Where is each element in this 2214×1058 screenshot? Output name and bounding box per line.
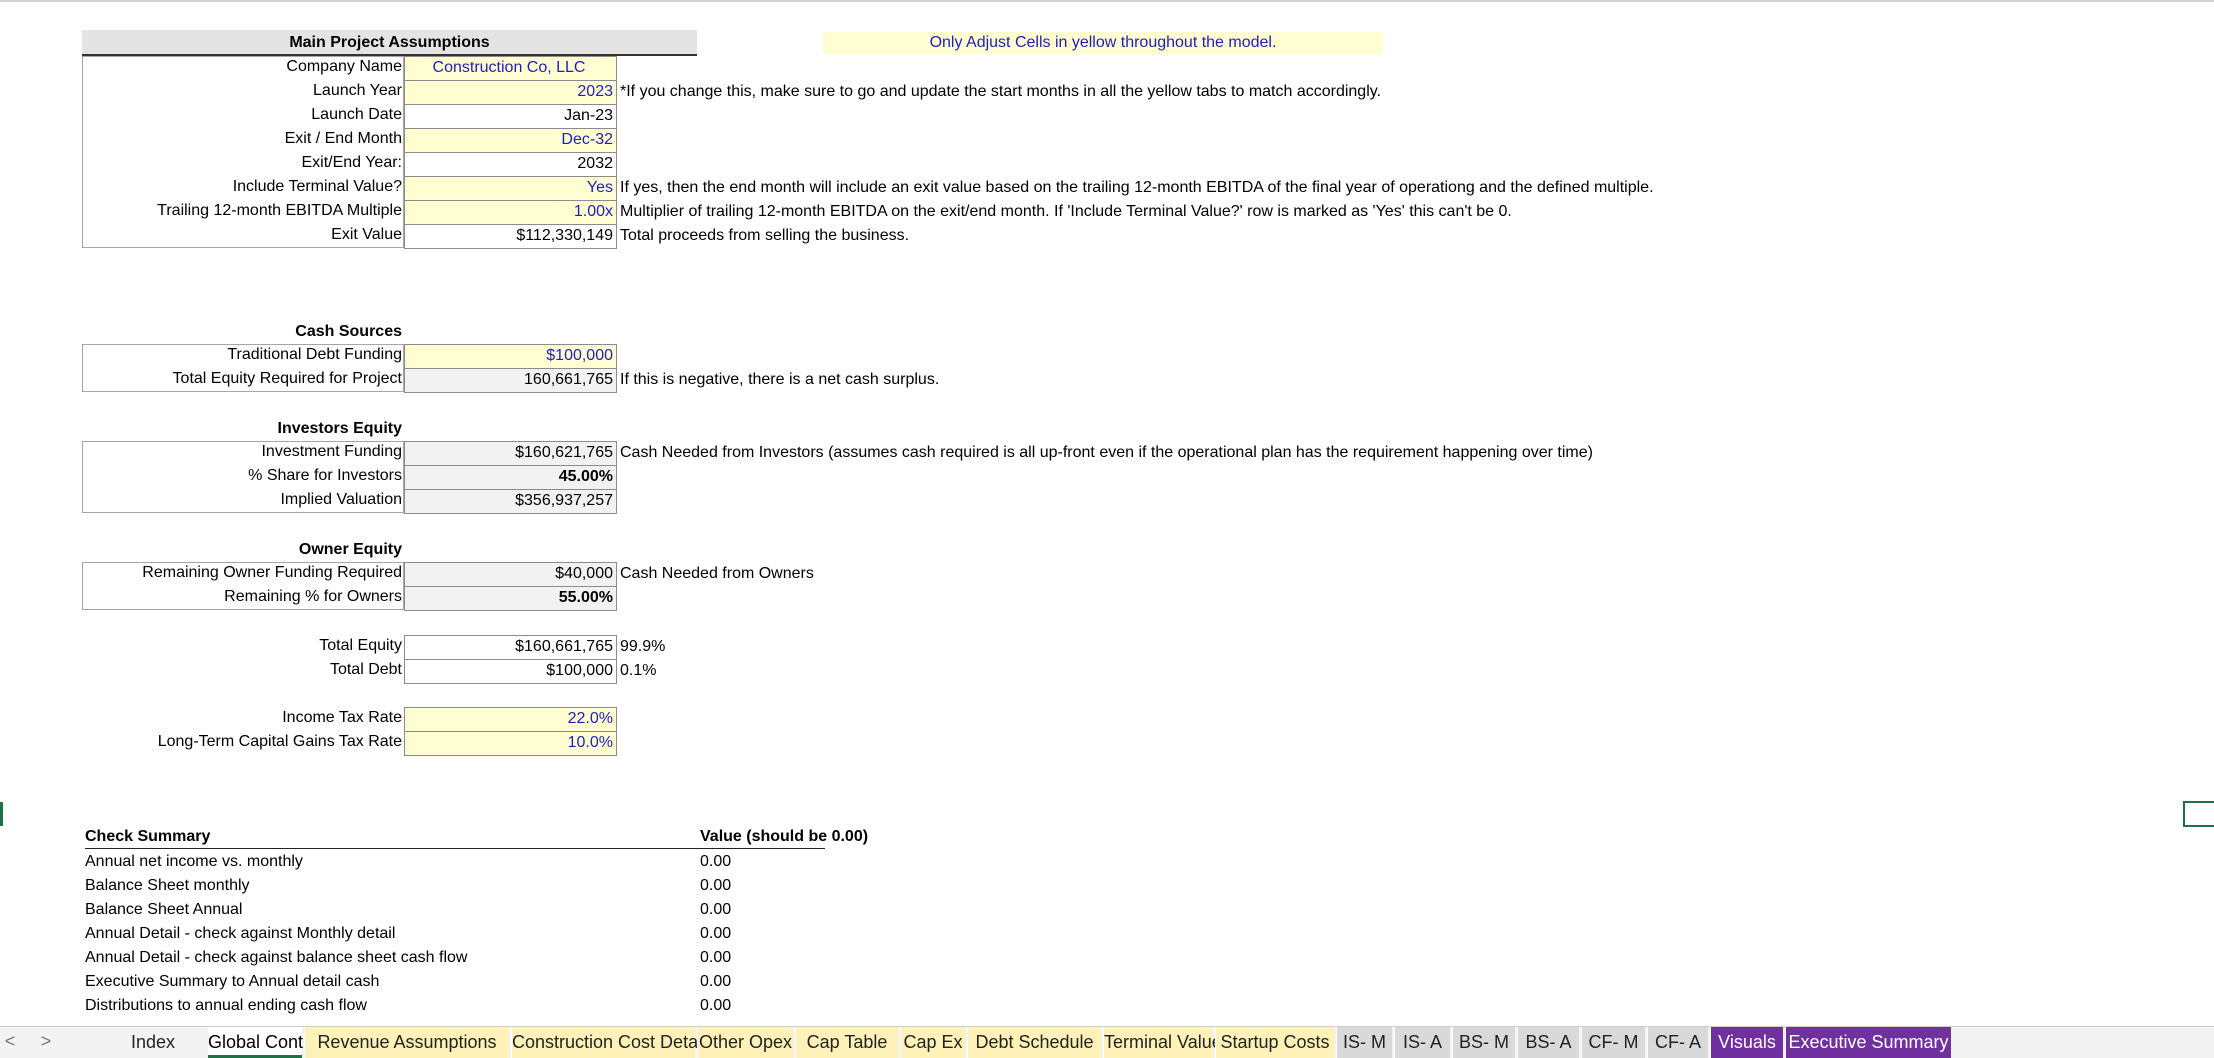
investors-equity-header: Investors Equity (277, 420, 402, 437)
tab-revenue-assumptions[interactable]: Revenue Assumptions (304, 1027, 509, 1058)
main-label: Include Terminal Value? (232, 178, 402, 195)
check-row-partial: · · · · · · · · · · · · · · · · · · (85, 1018, 485, 1026)
main-note: Multiplier of trailing 12-month EBITDA o… (620, 203, 1512, 220)
taxes-label: Income Tax Rate (282, 709, 402, 726)
tab-debt-schedule[interactable]: Debt Schedule (967, 1027, 1101, 1058)
tab-terminal-value[interactable]: Terminal Value (1103, 1027, 1222, 1058)
check-value: 0.00 (700, 973, 732, 990)
investors_equity-label: Implied Valuation (280, 491, 402, 508)
tab-startup-costs[interactable]: Startup Costs (1215, 1027, 1334, 1058)
row-marker (0, 802, 3, 826)
investors_equity-value: $160,621,765 (405, 442, 616, 465)
tab-visuals[interactable]: Visuals (1710, 1027, 1783, 1058)
tab-construction-cost-detail[interactable]: Construction Cost Detail (511, 1027, 706, 1058)
main-value[interactable]: Yes (405, 177, 616, 200)
tab-index[interactable]: Index (100, 1027, 206, 1058)
check-value: 0.00 (700, 877, 732, 894)
cash_sources-note: If this is negative, there is a net cash… (620, 371, 940, 388)
investors_equity-label: Investment Funding (261, 443, 402, 460)
check-summary-header: Check Summary (85, 826, 700, 849)
totals-label: Total Equity (319, 637, 402, 654)
totals-pct: 99.9% (620, 638, 666, 655)
check-value-header: Value (should be 0.00) (700, 828, 869, 845)
main-label: Trailing 12-month EBITDA Multiple (157, 202, 402, 219)
check-label: Balance Sheet monthly (85, 877, 250, 894)
taxes-value[interactable]: 10.0% (405, 732, 616, 755)
check-value: 0.00 (700, 901, 732, 918)
sheet-top-border (0, 0, 2214, 2)
investors_equity-note: Cash Needed from Investors (assumes cash… (620, 444, 1593, 461)
check-label: Annual Detail - check against balance sh… (85, 949, 468, 966)
totals-value: $100,000 (546, 662, 613, 679)
owner_equity-value: 55.00% (405, 587, 616, 610)
sheet-tab-bar: < > Index Global Control Revenue Assumptio… (0, 1026, 2214, 1058)
totals-pct: 0.1% (620, 662, 657, 679)
owner_equity-note: Cash Needed from Owners (620, 565, 814, 582)
main-note: Total proceeds from selling the business… (620, 227, 910, 244)
main-label: Exit / End Month (284, 130, 402, 147)
selected-cell[interactable] (2183, 801, 2214, 827)
check-label: Executive Summary to Annual detail cash (85, 973, 380, 990)
taxes-value[interactable]: 22.0% (405, 708, 616, 731)
tab-executive-summary[interactable]: Executive Summary (1785, 1027, 1951, 1058)
tab-other-opex[interactable]: Other Opex (697, 1027, 793, 1058)
check-label: Balance Sheet Annual (85, 901, 243, 918)
tab-cf-a[interactable]: CF- A (1647, 1027, 1708, 1058)
check-value: 0.00 (700, 925, 732, 942)
tab-scroll-prev[interactable]: < (0, 1031, 20, 1052)
check-label: Annual net income vs. monthly (85, 853, 303, 870)
spreadsheet-grid[interactable]: Main Project Assumptions Only Adjust Cel… (0, 0, 2214, 1026)
main-value: 2032 (577, 155, 613, 172)
cash_sources-label: Traditional Debt Funding (227, 346, 402, 363)
main-note: *If you change this, make sure to go and… (620, 83, 1382, 100)
owner_equity-label: Remaining Owner Funding Required (142, 564, 402, 581)
check-value: 0.00 (700, 853, 732, 870)
main-label: Exit/End Year: (301, 154, 402, 171)
tab-bs-m[interactable]: BS- M (1452, 1027, 1515, 1058)
main-header: Main Project Assumptions (289, 34, 490, 51)
investors_equity-value: 45.00% (405, 466, 616, 489)
tab-global-control[interactable]: Global Control (208, 1027, 323, 1058)
totals-value: $160,661,765 (515, 638, 613, 655)
main-label: Launch Date (311, 106, 402, 123)
main-value: $112,330,149 (516, 227, 613, 244)
check-value: 0.00 (700, 949, 732, 966)
main-label: Company Name (286, 58, 402, 75)
main-value[interactable]: 1.00x (405, 201, 616, 224)
check-label: Distributions to annual ending cash flow (85, 997, 367, 1014)
owner_equity-value: $40,000 (405, 563, 616, 586)
tab-cap-table[interactable]: Cap Table (795, 1027, 898, 1058)
investors_equity-value: $356,937,257 (405, 490, 616, 513)
main-value[interactable]: Dec-32 (405, 129, 616, 152)
yellow-notice: Only Adjust Cells in yellow throughout t… (823, 32, 1383, 54)
owner_equity-label: Remaining % for Owners (224, 588, 402, 605)
main-label: Exit Value (331, 226, 402, 243)
check-value: 0.00 (700, 997, 732, 1014)
cash_sources-value[interactable]: $100,000 (405, 345, 616, 368)
tab-is-m[interactable]: IS- M (1336, 1027, 1392, 1058)
tab-is-a[interactable]: IS- A (1394, 1027, 1450, 1058)
main-value[interactable]: 2023 (405, 81, 616, 104)
taxes-label: Long-Term Capital Gains Tax Rate (157, 733, 402, 750)
check-value-partial: · · · (700, 1018, 760, 1026)
tab-scroll-next[interactable]: > (36, 1031, 56, 1052)
check-label: Annual Detail - check against Monthly de… (85, 925, 396, 942)
totals-label: Total Debt (329, 661, 402, 678)
tab-bs-a[interactable]: BS- A (1517, 1027, 1579, 1058)
main-value: Jan-23 (564, 107, 613, 124)
main-label: Launch Year (313, 82, 402, 99)
owner-equity-header: Owner Equity (298, 541, 402, 558)
cash-sources-header: Cash Sources (295, 323, 402, 340)
tab-cap-ex[interactable]: Cap Ex (900, 1027, 965, 1058)
cash_sources-label: Total Equity Required for Project (172, 370, 402, 387)
cash_sources-value: 160,661,765 (405, 369, 616, 392)
main-note: If yes, then the end month will include … (620, 179, 1654, 196)
investors_equity-label: % Share for Investors (248, 467, 402, 484)
main-value[interactable]: Construction Co, LLC (405, 57, 616, 80)
tab-cf-m[interactable]: CF- M (1581, 1027, 1645, 1058)
check-value-underline (700, 848, 825, 849)
